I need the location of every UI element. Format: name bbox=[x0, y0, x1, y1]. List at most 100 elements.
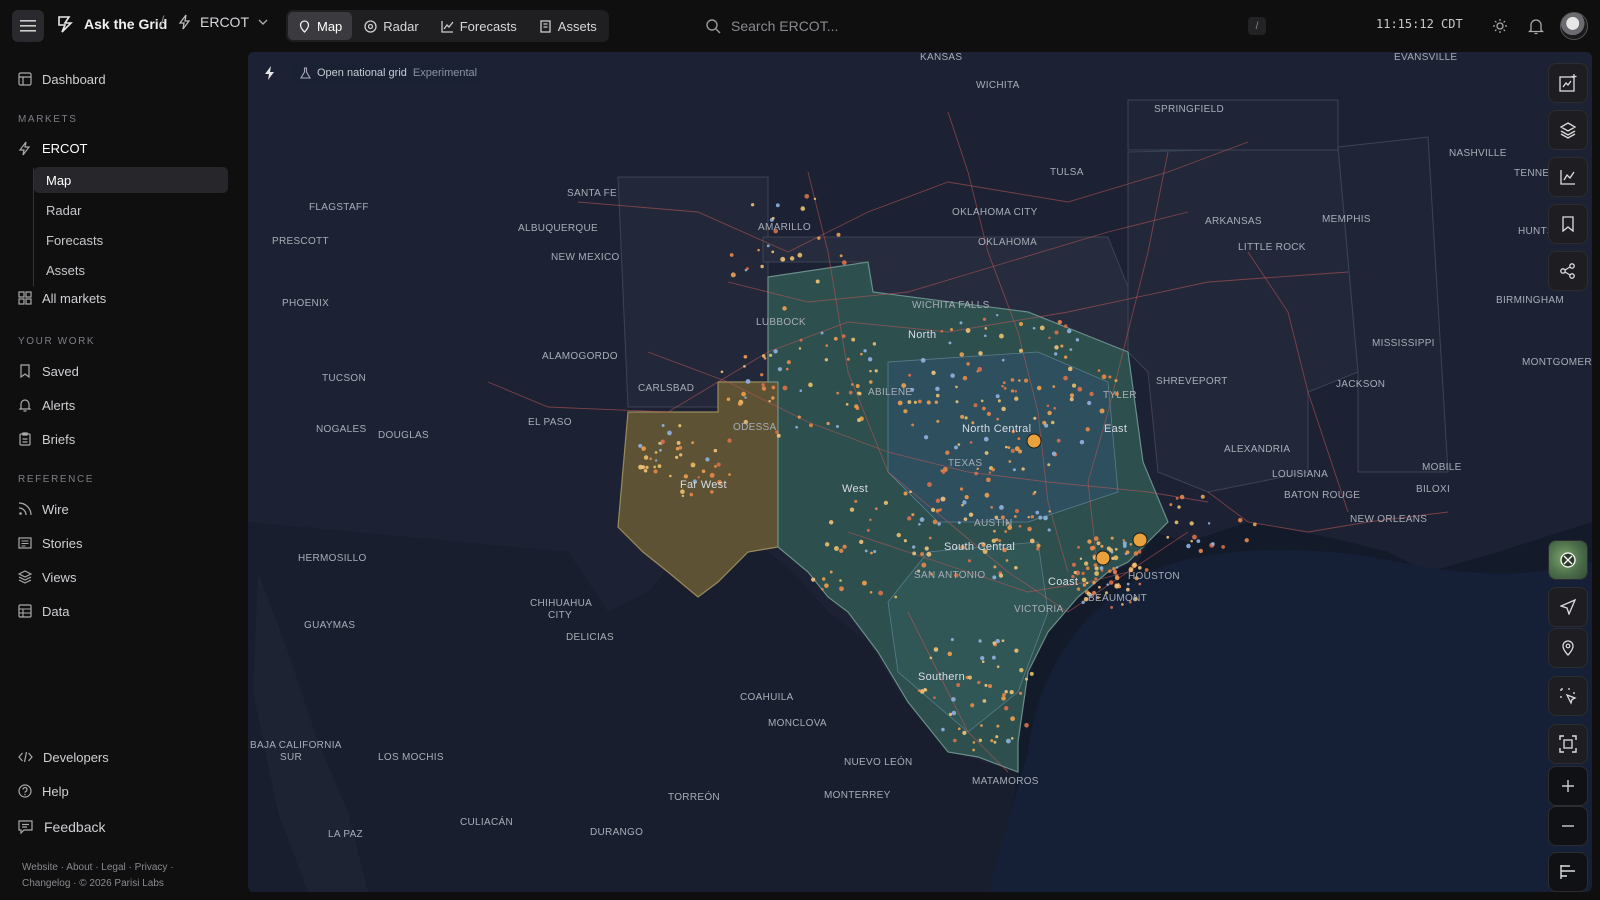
asset-point[interactable] bbox=[835, 425, 839, 429]
analytics-button[interactable] bbox=[1548, 157, 1588, 197]
asset-point[interactable] bbox=[667, 430, 672, 436]
asset-point[interactable] bbox=[1094, 577, 1098, 581]
asset-point[interactable] bbox=[941, 727, 945, 732]
asset-point[interactable] bbox=[1043, 515, 1048, 521]
asset-point[interactable] bbox=[968, 512, 974, 517]
asset-point[interactable] bbox=[1023, 378, 1029, 383]
asset-point[interactable] bbox=[785, 367, 789, 371]
asset-point[interactable] bbox=[1054, 330, 1059, 335]
asset-point[interactable] bbox=[1067, 366, 1073, 372]
asset-point[interactable] bbox=[1021, 467, 1025, 471]
asset-point[interactable] bbox=[935, 386, 940, 392]
asset-point[interactable] bbox=[1019, 668, 1024, 673]
asset-point[interactable] bbox=[861, 580, 867, 586]
asset-point[interactable] bbox=[1018, 379, 1021, 382]
asset-point[interactable] bbox=[980, 724, 983, 727]
asset-point[interactable] bbox=[972, 741, 976, 744]
asset-point[interactable] bbox=[841, 260, 847, 266]
asset-point[interactable] bbox=[775, 203, 780, 208]
asset-point[interactable] bbox=[1018, 321, 1024, 327]
asset-point[interactable] bbox=[912, 545, 916, 549]
asset-point[interactable] bbox=[995, 735, 999, 739]
asset-point[interactable] bbox=[1014, 396, 1019, 401]
asset-point[interactable] bbox=[937, 522, 941, 526]
asset-point[interactable] bbox=[940, 469, 944, 473]
asset-point[interactable] bbox=[1042, 420, 1047, 426]
asset-point[interactable] bbox=[679, 453, 683, 457]
basemap-style-button[interactable] bbox=[1548, 540, 1588, 580]
asset-point[interactable] bbox=[743, 364, 746, 368]
asset-point[interactable] bbox=[959, 487, 964, 491]
asset-point[interactable] bbox=[691, 441, 695, 445]
asset-point[interactable] bbox=[977, 680, 981, 685]
asset-point[interactable] bbox=[1029, 538, 1035, 544]
asset-point[interactable] bbox=[1186, 543, 1191, 549]
asset-point[interactable] bbox=[797, 415, 801, 419]
asset-point[interactable] bbox=[1100, 544, 1104, 548]
asset-point[interactable] bbox=[990, 739, 994, 743]
asset-point[interactable] bbox=[924, 546, 929, 551]
asset-point[interactable] bbox=[859, 539, 864, 545]
asset-point[interactable] bbox=[919, 517, 925, 522]
asset-point[interactable] bbox=[1192, 534, 1197, 540]
asset-point[interactable] bbox=[996, 665, 1000, 669]
asset-point[interactable] bbox=[1114, 547, 1118, 551]
open-national-grid-toggle[interactable]: Open national grid Experimental bbox=[290, 62, 488, 84]
asset-point[interactable] bbox=[795, 425, 799, 429]
asset-point[interactable] bbox=[1093, 563, 1098, 567]
asset-point[interactable] bbox=[1069, 348, 1073, 351]
asset-point[interactable] bbox=[1048, 336, 1051, 340]
asset-point[interactable] bbox=[1244, 538, 1249, 543]
sidebar-item-briefs[interactable]: Briefs bbox=[18, 424, 75, 454]
asset-point[interactable] bbox=[860, 352, 863, 356]
grid-bolt-button[interactable] bbox=[258, 62, 282, 84]
asset-point[interactable] bbox=[1126, 582, 1130, 586]
asset-point[interactable] bbox=[727, 438, 732, 443]
asset-point[interactable] bbox=[839, 254, 843, 258]
asset-point[interactable] bbox=[984, 451, 989, 455]
asset-point[interactable] bbox=[1001, 639, 1005, 643]
asset-point[interactable] bbox=[729, 253, 734, 257]
asset-point[interactable] bbox=[957, 521, 961, 525]
asset-point[interactable] bbox=[1047, 410, 1052, 416]
asset-point[interactable] bbox=[911, 513, 915, 517]
asset-point[interactable] bbox=[935, 498, 941, 503]
asset-point[interactable] bbox=[1129, 566, 1132, 570]
asset-point[interactable] bbox=[986, 477, 991, 483]
sidebar-item-data[interactable]: Data bbox=[18, 596, 69, 626]
asset-point[interactable] bbox=[709, 472, 715, 478]
asset-point[interactable] bbox=[836, 232, 841, 237]
asset-point[interactable] bbox=[894, 595, 898, 599]
asset-point[interactable] bbox=[907, 516, 912, 521]
asset-point[interactable] bbox=[940, 329, 944, 333]
asset-point[interactable] bbox=[1081, 600, 1085, 604]
asset-point[interactable] bbox=[956, 683, 961, 687]
asset-point[interactable] bbox=[1137, 565, 1142, 570]
asset-point[interactable] bbox=[1014, 648, 1019, 653]
asset-point[interactable] bbox=[988, 684, 993, 689]
asset-point[interactable] bbox=[1108, 580, 1114, 585]
asset-point[interactable] bbox=[744, 396, 747, 399]
asset-point[interactable] bbox=[771, 250, 775, 254]
asset-point[interactable] bbox=[981, 660, 985, 664]
asset-point[interactable] bbox=[1010, 378, 1015, 382]
asset-point[interactable] bbox=[669, 474, 672, 478]
footer-line-2[interactable]: Changelog · © 2026 Parisi Labs bbox=[22, 878, 164, 889]
asset-point[interactable] bbox=[872, 342, 877, 346]
sidebar-item-all-markets[interactable]: All markets bbox=[18, 283, 106, 313]
asset-point[interactable] bbox=[993, 529, 996, 533]
asset-point[interactable] bbox=[797, 252, 803, 258]
asset-point[interactable] bbox=[799, 338, 803, 342]
asset-point[interactable] bbox=[846, 357, 850, 361]
asset-point[interactable] bbox=[935, 508, 940, 513]
asset-point[interactable] bbox=[992, 575, 997, 580]
asset-point[interactable] bbox=[998, 333, 1004, 339]
asset-point[interactable] bbox=[992, 641, 997, 645]
asset-point[interactable] bbox=[683, 474, 689, 479]
asset-point[interactable] bbox=[1066, 328, 1072, 334]
asset-point[interactable] bbox=[1047, 528, 1051, 532]
asset-point[interactable] bbox=[873, 550, 877, 554]
asset-point[interactable] bbox=[950, 373, 955, 378]
asset-point[interactable] bbox=[821, 577, 826, 581]
asset-point[interactable] bbox=[967, 559, 972, 563]
